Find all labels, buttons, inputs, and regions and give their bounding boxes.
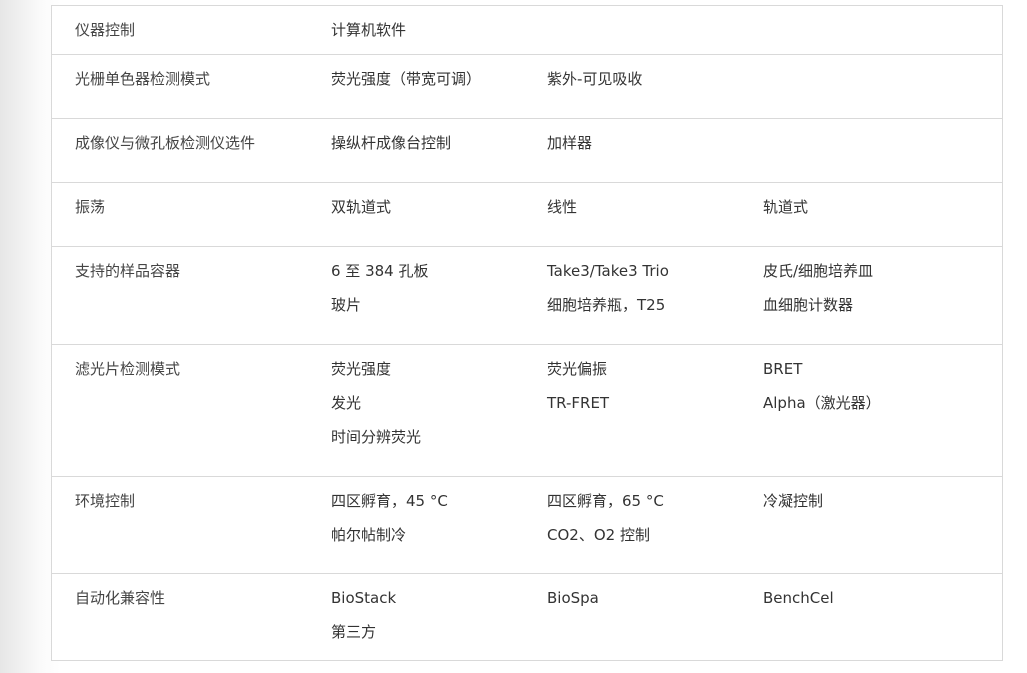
table-row: 自动化兼容性 BioStack 第三方 BioSpa BenchCel	[52, 573, 1002, 660]
col2-cell: 加样器	[547, 126, 592, 160]
col3-cell: BRET Alpha（激光器）	[763, 352, 881, 420]
cell-line: 线性	[547, 198, 578, 216]
col2-cell: Take3/Take3 Trio 细胞培养瓶，T25	[547, 254, 669, 322]
cell-line: 6 至 384 孔板	[331, 262, 429, 280]
cell-line: 计算机软件	[331, 21, 407, 39]
table-row: 振荡 双轨道式 线性 轨道式	[52, 182, 1002, 246]
table-row: 光栅单色器检测模式 荧光强度（带宽可调） 紫外-可见吸收	[52, 54, 1002, 118]
cell-line: BioStack	[331, 589, 397, 607]
cell-line: 紫外-可见吸收	[547, 70, 643, 88]
col2-cell: BioSpa	[547, 581, 599, 615]
row-label: 环境控制	[75, 492, 136, 510]
cell-line: 荧光偏振	[547, 360, 608, 378]
col3-cell: 冷凝控制	[763, 484, 823, 518]
col3-cell: 皮氏/细胞培养皿 血细胞计数器	[763, 254, 873, 322]
row-label: 支持的样品容器	[75, 262, 181, 280]
cell-line: 时间分辨荧光	[331, 428, 422, 446]
cell-line: 荧光强度（带宽可调）	[331, 70, 482, 88]
cell-line: 发光	[331, 394, 362, 412]
cell-line: 加样器	[547, 134, 593, 152]
cell-line: 帕尔帖制冷	[331, 526, 407, 544]
cell-line: 玻片	[331, 296, 362, 314]
table-row: 支持的样品容器 6 至 384 孔板 玻片 Take3/Take3 Trio 细…	[52, 246, 1002, 344]
cell-line: 皮氏/细胞培养皿	[763, 262, 874, 280]
table-row: 环境控制 四区孵育，45 °C 帕尔帖制冷 四区孵育，65 °C CO2、O2 …	[52, 476, 1002, 573]
col1-cell: 荧光强度（带宽可调）	[331, 62, 481, 96]
cell-line: 双轨道式	[331, 198, 392, 216]
row-label: 滤光片检测模式	[75, 360, 181, 378]
cell-line: CO2、O2 控制	[547, 526, 650, 544]
col2-cell: 四区孵育，65 °C CO2、O2 控制	[547, 484, 664, 552]
table-row: 成像仪与微孔板检测仪选件 操纵杆成像台控制 加样器	[52, 118, 1002, 182]
cell-line: TR-FRET	[547, 394, 610, 412]
col1-cell: 荧光强度 发光 时间分辨荧光	[331, 352, 421, 454]
row-label: 光栅单色器检测模式	[75, 70, 211, 88]
cell-line: BenchCel	[763, 589, 834, 607]
cell-line: 轨道式	[763, 198, 809, 216]
row-label: 成像仪与微孔板检测仪选件	[75, 134, 256, 152]
col3-cell: BenchCel	[763, 581, 834, 615]
cell-line: 四区孵育，65 °C	[547, 492, 664, 510]
cell-line: 四区孵育，45 °C	[331, 492, 448, 510]
cell-line: 荧光强度	[331, 360, 392, 378]
cell-line: 操纵杆成像台控制	[331, 134, 452, 152]
cell-line: 血细胞计数器	[763, 296, 854, 314]
table-row: 滤光片检测模式 荧光强度 发光 时间分辨荧光 荧光偏振 TR-FRET BRET…	[52, 344, 1002, 476]
row-label: 振荡	[75, 198, 106, 216]
col1-cell: 四区孵育，45 °C 帕尔帖制冷	[331, 484, 448, 552]
cell-line: 细胞培养瓶，T25	[547, 296, 666, 314]
cell-line: BRET	[763, 360, 803, 378]
cell-line: Alpha（激光器）	[763, 394, 881, 412]
row-label: 自动化兼容性	[75, 589, 166, 607]
cell-line: 第三方	[331, 623, 377, 641]
col1-cell: 双轨道式	[331, 190, 391, 224]
col3-cell: 轨道式	[763, 190, 808, 224]
cell-line: 冷凝控制	[763, 492, 824, 510]
col1-cell: 6 至 384 孔板 玻片	[331, 254, 428, 322]
col1-cell: 计算机软件	[331, 13, 406, 47]
cell-line: Take3/Take3 Trio	[547, 262, 669, 280]
spec-table: 仪器控制 计算机软件 光栅单色器检测模式 荧光强度（带宽可调） 紫外-可见吸收 …	[51, 5, 1003, 661]
col2-cell: 紫外-可见吸收	[547, 62, 642, 96]
table-row: 仪器控制 计算机软件	[52, 6, 1002, 54]
col2-cell: 线性	[547, 190, 577, 224]
col2-cell: 荧光偏振 TR-FRET	[547, 352, 609, 420]
cell-line: BioSpa	[547, 589, 599, 607]
col1-cell: 操纵杆成像台控制	[331, 126, 451, 160]
row-label: 仪器控制	[75, 21, 136, 39]
col1-cell: BioStack 第三方	[331, 581, 396, 649]
